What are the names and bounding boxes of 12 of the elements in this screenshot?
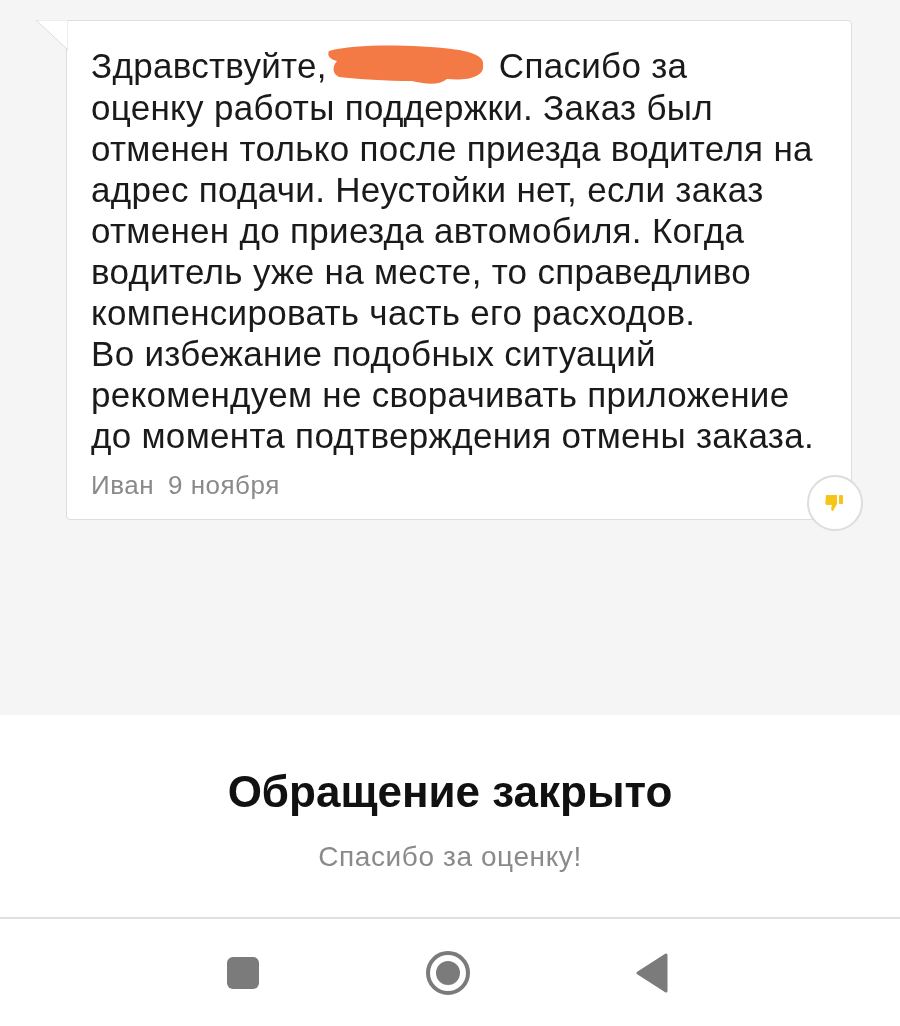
status-title: Обращение закрыто bbox=[227, 767, 673, 817]
back-icon[interactable] bbox=[636, 952, 668, 993]
message-text: Спасибо за bbox=[498, 44, 688, 86]
recents-icon[interactable] bbox=[226, 955, 260, 990]
status-subtitle: Спасибо за оценку! bbox=[318, 841, 582, 873]
author-name: Иван bbox=[91, 470, 155, 501]
greeting-text: Здравствуйте, bbox=[91, 44, 327, 86]
thumbs-down-button[interactable] bbox=[807, 475, 863, 531]
message-text: Во избежание подобных ситуаций рекомендуем не сворачивать приложение до момента подтверждения отмены заказа. bbox=[91, 333, 815, 456]
message-text: оценку работы поддержки. Заказ был отменен только после приезда водителя на адрес подачи. Неустойки нет, если заказ отменен до приезда автомобиля. Когда водитель уже на месте, то справедливо компенсировать часть его расходов. bbox=[91, 87, 814, 333]
home-icon[interactable] bbox=[425, 949, 471, 996]
message-date: 9 ноября bbox=[168, 470, 280, 501]
